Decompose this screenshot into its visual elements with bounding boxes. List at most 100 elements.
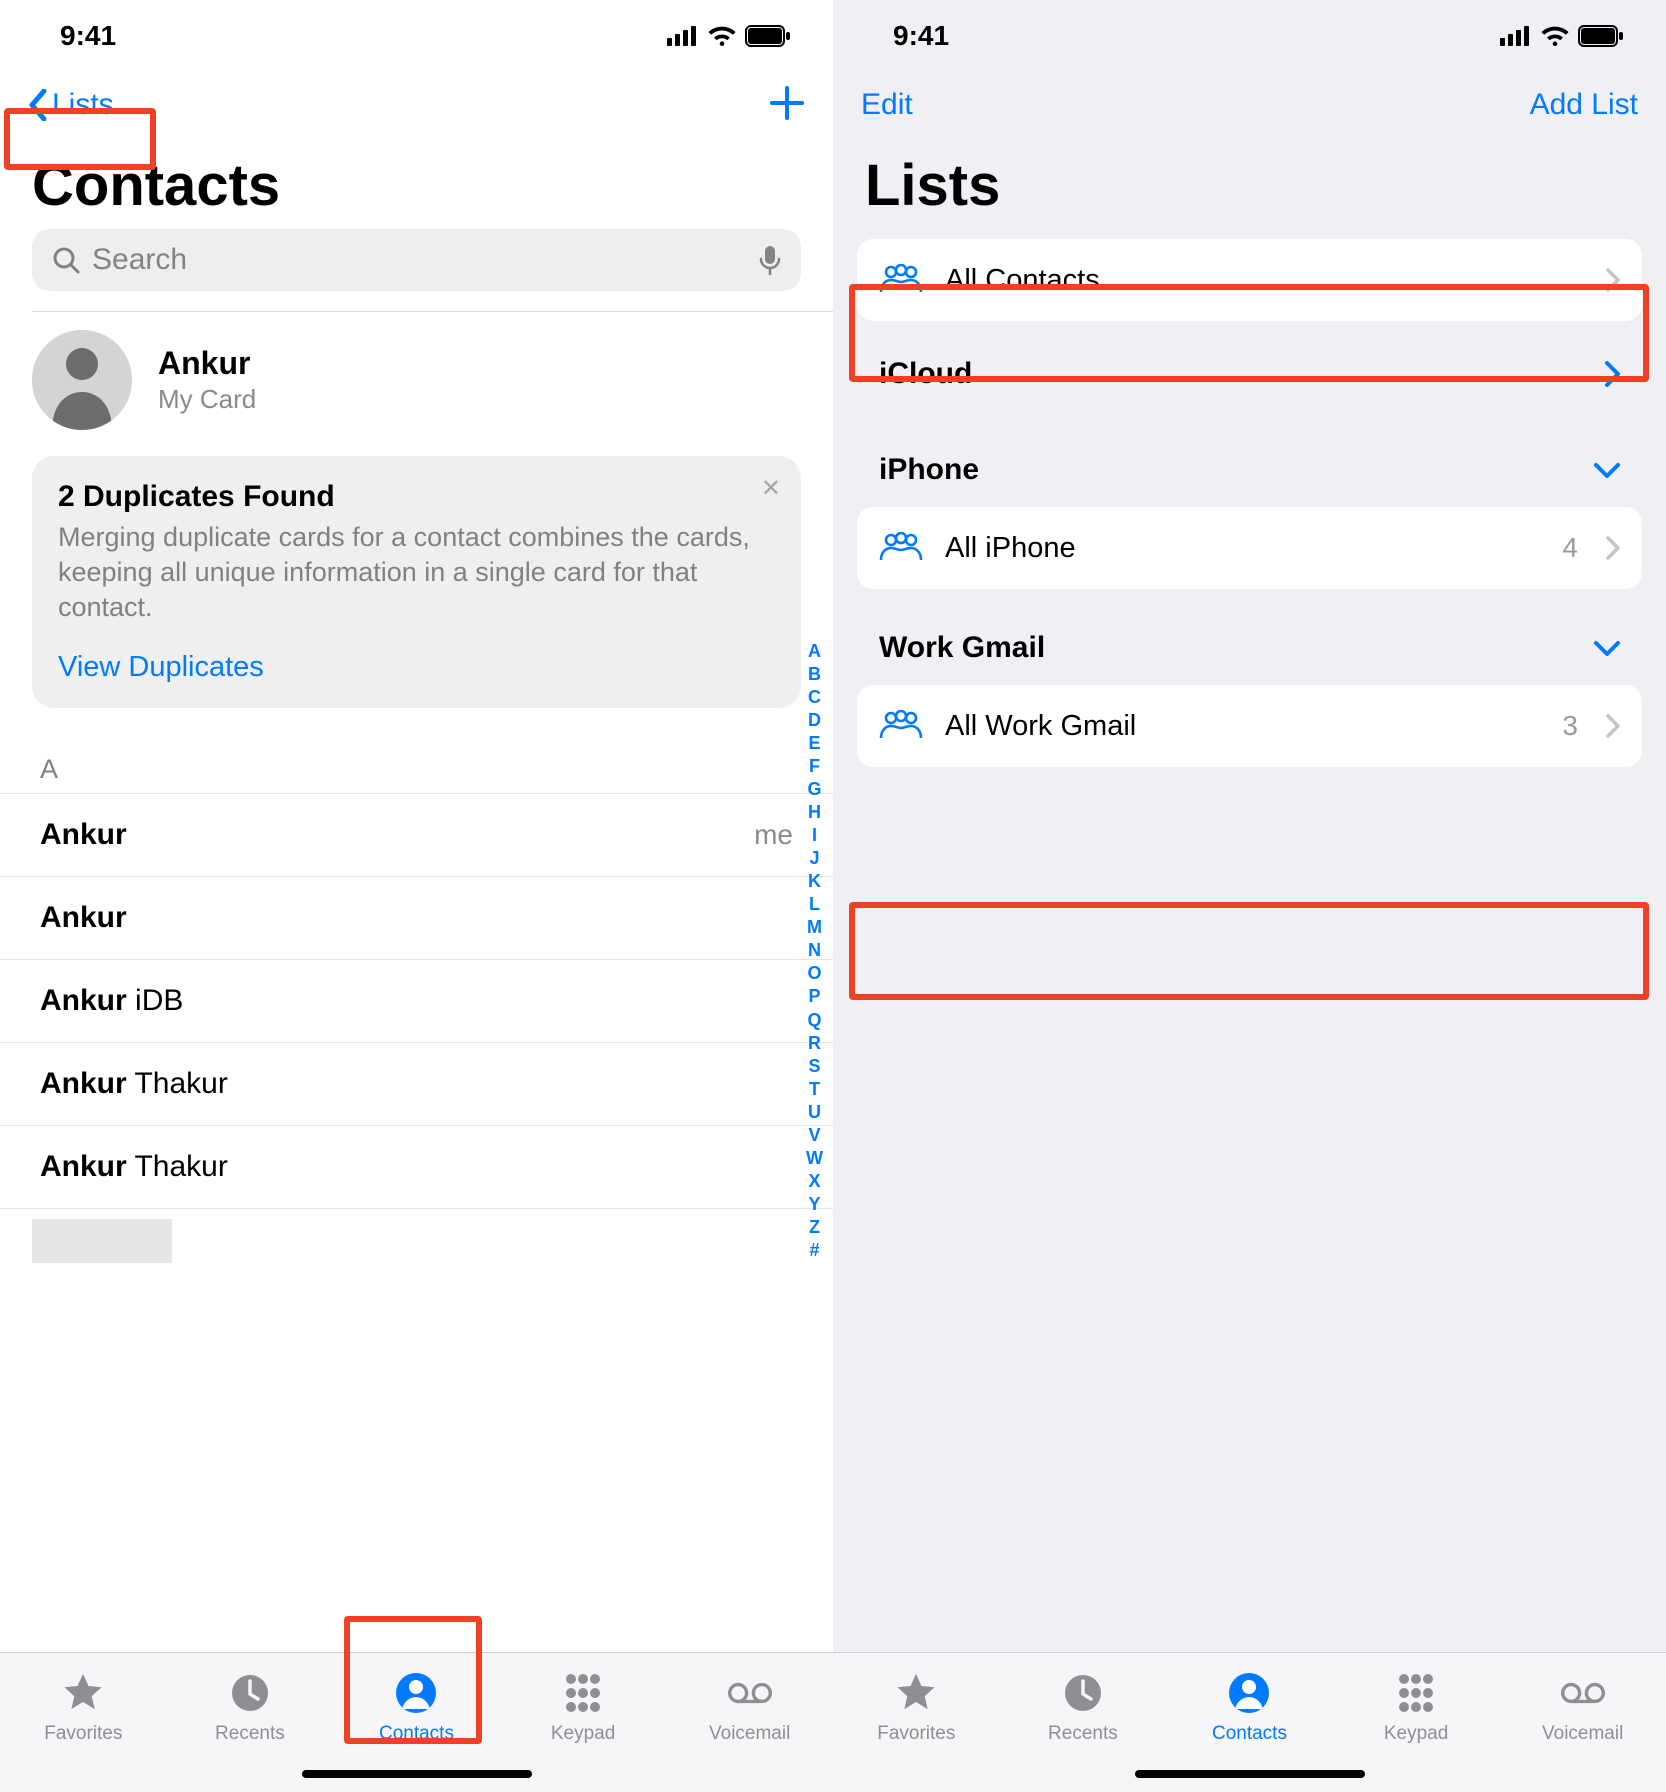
contact-icon [394,1671,438,1715]
view-duplicates-link[interactable]: View Duplicates [58,651,775,684]
tab-bar: Favorites Recents Contacts Keypad Voicem… [833,1652,1666,1792]
list-label: All Work Gmail [945,710,1540,743]
status-icons [1500,25,1624,47]
list-count: 3 [1562,710,1578,742]
status-time: 9:41 [893,20,949,52]
tab-contacts[interactable]: Contacts [1174,1669,1324,1745]
search-input[interactable]: Search [32,229,801,291]
list-all-gmail[interactable]: All Work Gmail 3 [857,685,1642,767]
clock-icon [228,1671,272,1715]
tab-favorites[interactable]: Favorites [841,1669,991,1745]
wifi-icon [707,25,737,47]
home-indicator[interactable] [1135,1770,1365,1778]
chevron-right-icon [1604,361,1620,387]
add-list-button[interactable]: Add List [1530,88,1638,122]
nav-bar: Edit Add List [833,72,1666,138]
tab-label: Favorites [877,1723,955,1745]
voicemail-icon [728,1671,772,1715]
avatar [32,330,132,430]
redacted-row [32,1219,172,1263]
list-count: 4 [1562,532,1578,564]
chevron-left-icon [28,89,48,121]
contact-row[interactable]: Ankur iDB [0,959,833,1042]
back-label: Lists [52,88,114,122]
section-iphone[interactable]: iPhone [833,411,1666,507]
tab-voicemail[interactable]: Voicemail [1508,1669,1658,1745]
people-icon [879,532,923,564]
my-card-name: Ankur [158,345,256,382]
close-icon[interactable]: ✕ [761,474,781,503]
contact-last: Thakur [134,1150,227,1183]
contact-icon [1227,1671,1271,1715]
wifi-icon [1540,25,1570,47]
contact-row[interactable]: Ankur Thakur [0,1042,833,1125]
tab-recents[interactable]: Recents [1008,1669,1158,1745]
status-bar: 9:41 [833,0,1666,72]
contact-first: Ankur [40,901,127,934]
back-button[interactable]: Lists [28,88,114,122]
duplicates-card[interactable]: ✕ 2 Duplicates Found Merging duplicate c… [32,456,801,708]
people-icon [879,710,923,742]
tab-contacts[interactable]: Contacts [341,1669,491,1745]
list-all-iphone[interactable]: All iPhone 4 [857,507,1642,589]
status-bar: 9:41 [0,0,833,72]
alphabet-index[interactable]: ABCDEFGHIJKLMNOPQRSTUVWXYZ# [806,640,823,1262]
my-card-row[interactable]: Ankur My Card [0,312,833,448]
list-label: All Contacts [945,264,1584,297]
status-time: 9:41 [60,20,116,52]
contact-row[interactable]: Ankur Thakur [0,1125,833,1209]
tab-label: Contacts [379,1723,454,1745]
chevron-down-icon [1594,462,1620,478]
keypad-icon [1394,1671,1438,1715]
list-label: All iPhone [945,532,1540,565]
battery-icon [1578,25,1624,47]
section-letter: A [0,734,833,793]
section-label: iCloud [879,357,972,391]
contact-row[interactable]: Ankur me [0,793,833,876]
contact-first: Ankur [40,984,127,1017]
section-label: Work Gmail [879,631,1045,665]
plus-icon [769,85,805,121]
tab-label: Recents [215,1723,285,1745]
clock-icon [1061,1671,1105,1715]
keypad-icon [561,1671,605,1715]
section-label: iPhone [879,453,979,487]
tab-keypad[interactable]: Keypad [1341,1669,1491,1745]
tab-label: Contacts [1212,1723,1287,1745]
search-icon [52,246,80,274]
star-icon [61,1671,105,1715]
section-icloud[interactable]: iCloud [833,321,1666,411]
tab-label: Recents [1048,1723,1118,1745]
star-icon [894,1671,938,1715]
section-gmail[interactable]: Work Gmail [833,589,1666,685]
cellular-icon [667,26,699,46]
tab-voicemail[interactable]: Voicemail [675,1669,825,1745]
add-contact-button[interactable] [769,85,805,126]
page-title: Lists [833,138,1666,229]
contact-last: Thakur [134,1067,227,1100]
chevron-right-icon [1606,268,1620,292]
microphone-icon[interactable] [759,245,781,275]
tab-label: Keypad [551,1723,615,1745]
edit-button[interactable]: Edit [861,88,913,122]
chevron-right-icon [1606,536,1620,560]
tab-recents[interactable]: Recents [175,1669,325,1745]
duplicates-body: Merging duplicate cards for a contact co… [58,520,775,625]
contact-last: iDB [135,984,183,1017]
tab-keypad[interactable]: Keypad [508,1669,658,1745]
duplicates-title: 2 Duplicates Found [58,480,775,514]
search-placeholder: Search [92,243,747,277]
battery-icon [745,25,791,47]
tab-favorites[interactable]: Favorites [8,1669,158,1745]
highlight-all-gmail [849,902,1649,1000]
tab-bar: Favorites Recents Contacts Keypad Voicem… [0,1652,833,1792]
chevron-right-icon [1606,714,1620,738]
my-card-sub: My Card [158,384,256,415]
cellular-icon [1500,26,1532,46]
contact-first: Ankur [40,1067,127,1100]
tab-label: Keypad [1384,1723,1448,1745]
home-indicator[interactable] [302,1770,532,1778]
contact-row[interactable]: Ankur [0,876,833,959]
contact-first: Ankur [40,1150,127,1183]
list-all-contacts[interactable]: All Contacts [857,239,1642,321]
